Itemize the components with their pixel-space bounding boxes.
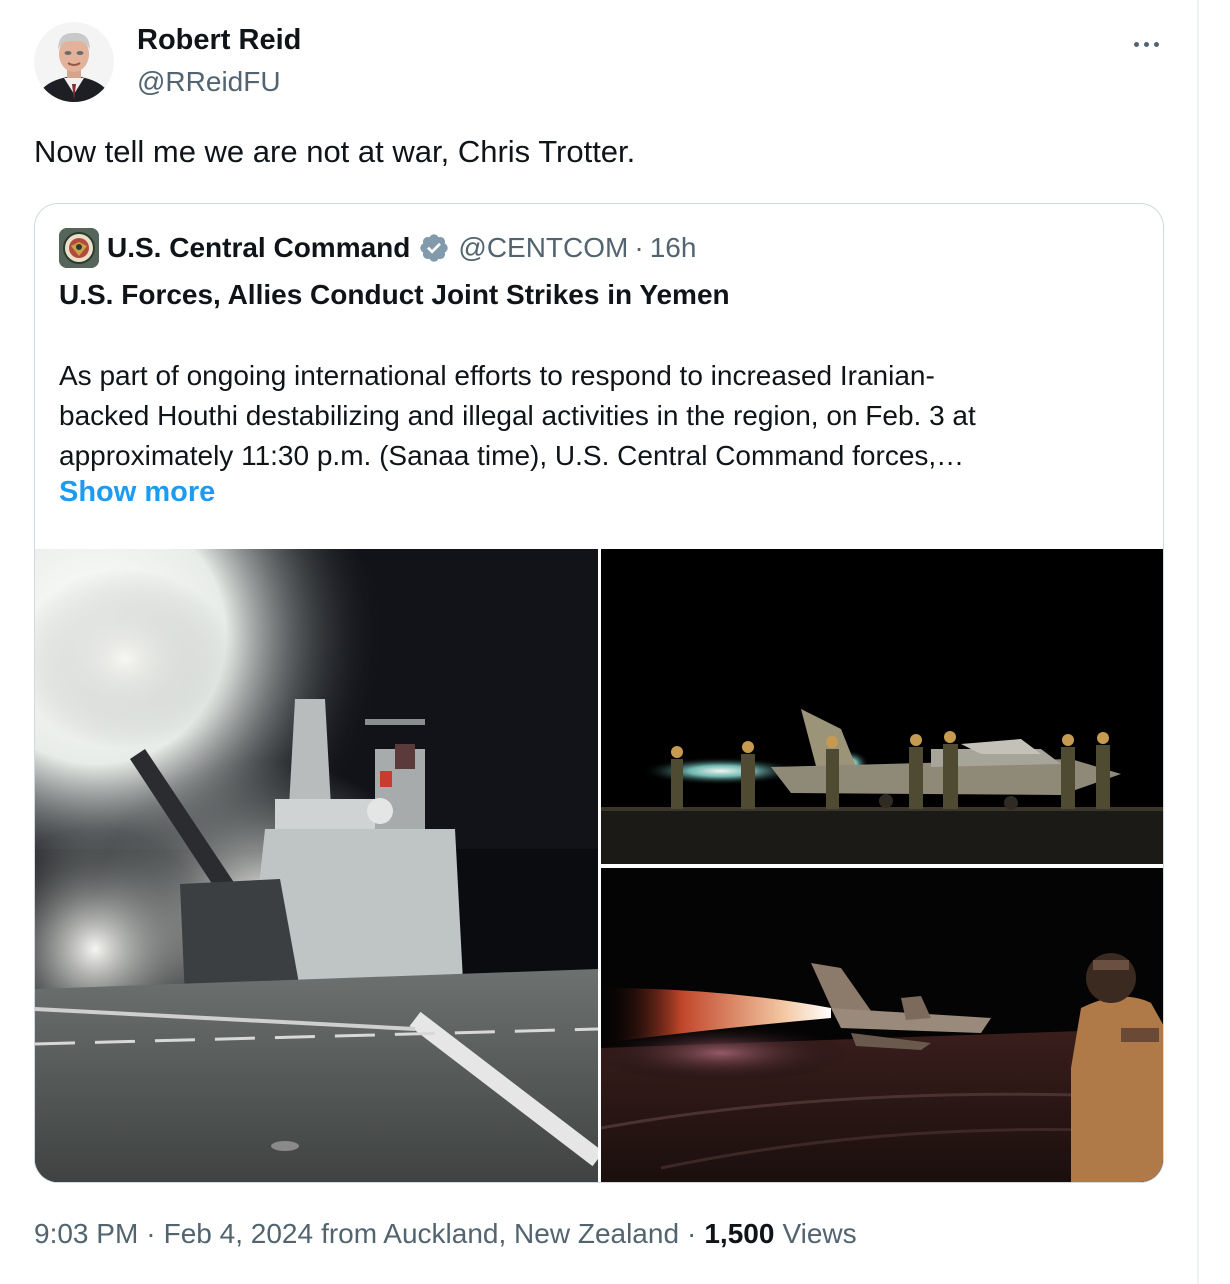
quote-body-line: approximately 11:30 p.m. (Sanaa time), U…	[59, 440, 965, 471]
tweet-text: Now tell me we are not at war, Chris Tro…	[34, 134, 636, 169]
more-dot	[1143, 41, 1149, 47]
views-count: 1,500	[704, 1218, 775, 1249]
tweet-time[interactable]: 9:03 PM	[34, 1218, 138, 1250]
more-options-icon[interactable]	[1126, 26, 1166, 62]
tweet-author: Robert Reid @RReidFU	[34, 22, 1184, 106]
quote-body-line: backed Houthi destabilizing and illegal …	[59, 400, 976, 431]
photo-aircraft-deck-crew[interactable]	[601, 549, 1163, 864]
author-handle[interactable]: @RReidFU	[137, 66, 281, 98]
views-label: Views	[782, 1218, 857, 1249]
quote-author-handle[interactable]: @CENTCOM	[458, 232, 628, 264]
photo-jet-launch[interactable]	[601, 868, 1163, 1182]
quote-title: U.S. Forces, Allies Conduct Joint Strike…	[59, 279, 730, 310]
header-separator: ·	[634, 232, 644, 263]
quote-timestamp[interactable]: 16h	[650, 232, 697, 264]
more-dot	[1153, 41, 1159, 47]
timeline-border	[1197, 0, 1199, 1284]
meta-separator: ·	[687, 1218, 697, 1249]
author-name[interactable]: Robert Reid	[137, 24, 301, 57]
tweet-location: from Auckland, New Zealand	[321, 1218, 680, 1249]
quoted-tweet[interactable]: U.S. Central Command @CENTCOM · 16h U.S.…	[34, 203, 1164, 1183]
quote-body-line: As part of ongoing international efforts…	[59, 360, 935, 391]
author-avatar[interactable]	[34, 22, 114, 102]
quote-author-name[interactable]: U.S. Central Command	[107, 232, 410, 264]
show-more-link[interactable]: Show more	[59, 476, 215, 509]
photo-warship-launch[interactable]	[35, 549, 598, 1182]
more-dot	[1133, 41, 1139, 47]
quote-body: As part of ongoing international efforts…	[59, 356, 1139, 476]
centcom-avatar[interactable]	[59, 228, 99, 268]
media-grid	[35, 549, 1163, 1182]
tweet-date[interactable]: Feb 4, 2024	[164, 1218, 313, 1250]
tweet-meta: 9:03 PM · Feb 4, 2024 from Auckland, New…	[34, 1218, 857, 1250]
quote-header: U.S. Central Command @CENTCOM · 16h	[59, 228, 696, 268]
verified-badge-icon	[420, 234, 449, 262]
meta-separator: ·	[146, 1218, 156, 1249]
